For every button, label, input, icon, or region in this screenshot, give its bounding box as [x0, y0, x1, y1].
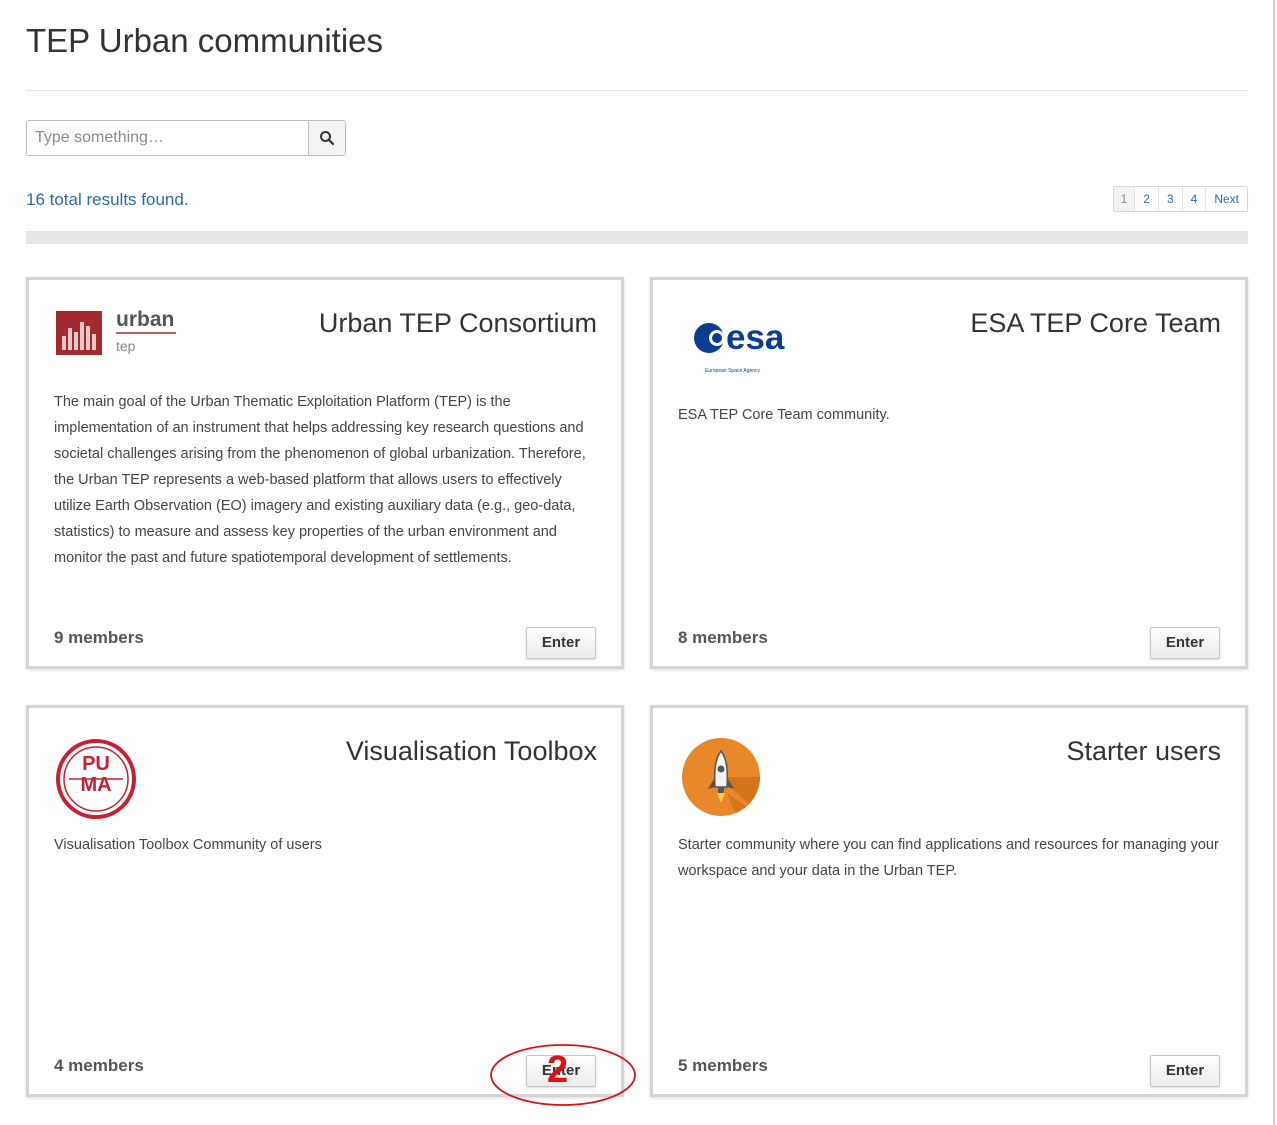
enter-button[interactable]: Enter: [526, 627, 596, 659]
next-page[interactable]: Next: [1205, 187, 1247, 211]
annotation-number: 2: [547, 1049, 569, 1091]
esa-logo-subtext: European Space Agency: [705, 368, 761, 374]
esa-logo-text: esa: [726, 318, 785, 357]
member-count: 4 members: [54, 1056, 144, 1075]
card-description: Starter community where you can find app…: [678, 837, 1219, 879]
urban-tep-logo: urban tep: [56, 308, 181, 363]
card-description: Visualisation Toolbox Community of users: [54, 837, 322, 853]
pagination: 1 2 3 4 Next: [1112, 186, 1248, 212]
page-title: TEP Urban communities: [26, 22, 384, 59]
enter-button[interactable]: Enter: [1150, 1055, 1220, 1087]
page-scroll-edge: [1273, 0, 1275, 1125]
results-divider-bar: [26, 231, 1248, 244]
community-card-starter-users: Starter users Starter community where yo…: [650, 705, 1248, 1097]
tep-logo-text: tep: [116, 338, 136, 354]
card-title: Urban TEP Consortium: [318, 308, 597, 338]
page-4[interactable]: 4: [1181, 187, 1206, 211]
results-count: 16 total results found.: [26, 190, 189, 209]
community-card-urban-tep: urban tep Urban TEP Consortium The main …: [26, 277, 624, 669]
community-card-visualisation-toolbox: PU MA Visualisation Toolbox Visualisatio…: [26, 705, 624, 1097]
puma-logo: PU MA: [55, 738, 137, 825]
member-count: 9 members: [54, 628, 144, 647]
urban-logo-text: urban: [116, 308, 175, 331]
page-1[interactable]: 1: [1113, 187, 1135, 211]
search-input[interactable]: [27, 121, 308, 155]
title-divider: [26, 90, 1248, 91]
community-card-esa: esa European Space Agency ESA TEP Core T…: [650, 277, 1248, 669]
search-icon: [320, 131, 335, 146]
member-count: 5 members: [678, 1056, 768, 1075]
search-box: [26, 120, 346, 156]
card-description: ESA TEP Core Team community.: [678, 407, 890, 423]
search-button[interactable]: [308, 121, 345, 155]
puma-logo-text: PU MA: [80, 753, 112, 796]
card-title: ESA TEP Core Team: [970, 308, 1221, 338]
card-title: Visualisation Toolbox: [345, 736, 597, 766]
page-3[interactable]: 3: [1157, 187, 1182, 211]
card-description: The main goal of the Urban Thematic Expl…: [54, 394, 586, 566]
member-count: 8 members: [678, 628, 768, 647]
card-title: Starter users: [1066, 736, 1221, 766]
rocket-icon: [681, 737, 761, 822]
page-2[interactable]: 2: [1134, 187, 1158, 211]
enter-button[interactable]: Enter: [1150, 627, 1220, 659]
esa-logo: esa European Space Agency: [692, 318, 792, 380]
